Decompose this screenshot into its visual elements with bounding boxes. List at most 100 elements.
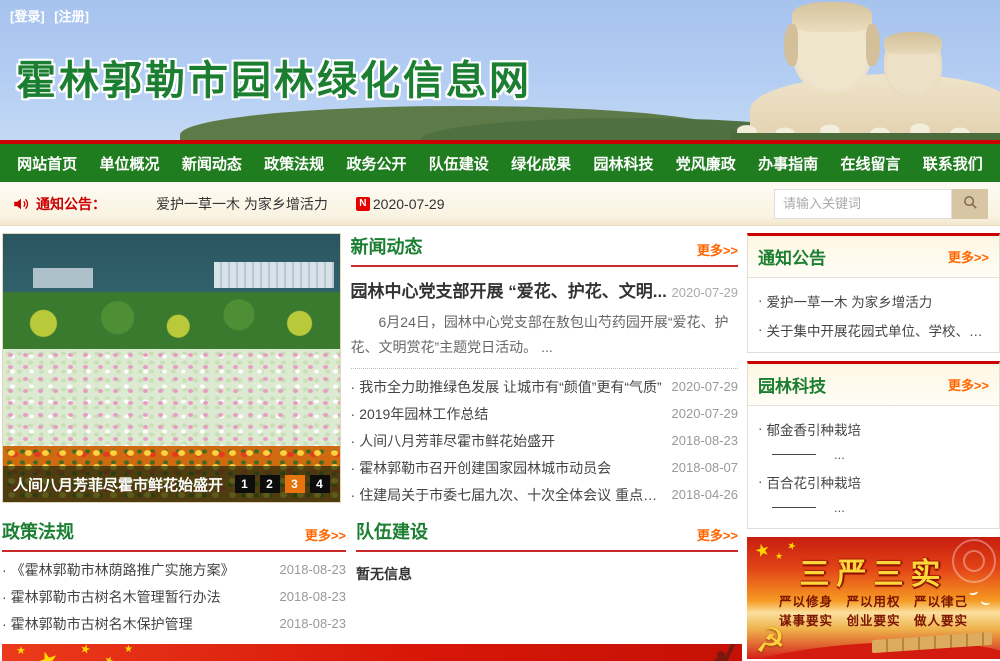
featured-news-summary: 6月24日，园林中心党支部在敖包山芍药园开展“爱花、护花、文明赏花”主题党日活动… <box>351 310 738 360</box>
policy-link[interactable]: 霍林郭勒市古树名木管理暂行办法 <box>11 587 272 607</box>
bullet: · <box>351 460 356 476</box>
nav-item-greening[interactable]: 绿化成果 <box>511 153 571 174</box>
tech-box: 园林科技 更多>> · 郁金香引种栽培 ... · <box>747 361 1000 529</box>
team-more-link[interactable]: 更多>> <box>697 525 738 544</box>
main-nav: 网站首页 单位概况 新闻动态 政策法规 政务公开 队伍建设 绿化成果 园林科技 … <box>0 140 1000 182</box>
policy-link[interactable]: 《霍林郭勒市林荫路推广实施方案》 <box>11 560 272 580</box>
bullet: · <box>758 421 763 436</box>
news-link[interactable]: 我市全力助推绿色发展 让城市有“颜值”更有“气质” <box>359 377 663 397</box>
notice-ticker-link[interactable]: 爱护一草一木 为家乡增活力 <box>156 194 328 214</box>
speaker-icon <box>12 195 30 213</box>
nav-item-team[interactable]: 队伍建设 <box>429 153 489 174</box>
news-list-item: · 我市全力助推绿色发展 让城市有“颜值”更有“气质” 2020-07-29 <box>351 373 738 400</box>
bullet: · <box>351 406 356 422</box>
notice-link[interactable]: 爱护一草一木 为家乡增活力 <box>767 291 933 311</box>
nav-item-party[interactable]: 党风廉政 <box>676 153 736 174</box>
news-link[interactable]: 霍林郭勒市召开创建国家园林城市动员会 <box>359 458 663 478</box>
policy-list: · 《霍林郭勒市林荫路推广实施方案》 2018-08-23 · 霍林郭勒市古树名… <box>2 552 346 637</box>
news-list-item: · 霍林郭勒市召开创建国家园林城市动员会 2018-08-07 <box>351 454 738 481</box>
news-date: 2020-07-29 <box>672 379 739 394</box>
register-link[interactable]: [注册] <box>54 9 89 24</box>
login-link[interactable]: [登录] <box>10 9 45 24</box>
tech-link[interactable]: 郁金香引种栽培 <box>767 419 862 439</box>
main-content: 人间八月芳菲尽霍市鲜花始盛开 1 2 3 4 新闻动态 更多>> <box>0 226 1000 661</box>
tech-item: · 郁金香引种栽培 ... <box>758 414 989 465</box>
pager-button-3[interactable]: 3 <box>285 475 305 493</box>
notice-date: 2020-07-29 <box>373 196 445 212</box>
search-button[interactable] <box>952 189 988 219</box>
search-icon <box>962 194 979 214</box>
three-stricts-banner[interactable]: ★ ★ ★ 三严三实 严以修身 严以用权 严以律己 谋事要实 创业要实 做人要实… <box>747 537 1000 659</box>
slogan-title: 三严三实 <box>747 549 1000 593</box>
policy-list-item: · 《霍林郭勒市林荫路推广实施方案》 2018-08-23 <box>2 556 346 583</box>
star-icon: ★ <box>102 653 116 661</box>
notice-link[interactable]: 关于集中开展花园式单位、学校、工厂... <box>767 320 990 340</box>
tech-item: · 百合花引种栽培 ... <box>758 467 989 518</box>
statue-head-small <box>884 32 942 98</box>
notice-label: 通知公告： <box>36 194 106 214</box>
notice-box-more-link[interactable]: 更多>> <box>948 247 989 266</box>
star-icon: ★ <box>32 644 64 661</box>
bullet: · <box>758 293 763 308</box>
tech-box-title: 园林科技 <box>758 372 826 397</box>
nav-item-guide[interactable]: 办事指南 <box>758 153 818 174</box>
news-date: 2018-04-26 <box>672 487 739 502</box>
ellipsis-text: ... <box>834 447 845 462</box>
policy-more-link[interactable]: 更多>> <box>305 525 346 544</box>
genghis-khan-statues-graphic <box>730 0 1000 140</box>
ellipsis-text: ... <box>834 500 845 515</box>
search-input[interactable] <box>774 189 952 219</box>
pager-button-2[interactable]: 2 <box>260 475 280 493</box>
featured-news: 园林中心党支部开展 “爱花、护花、文明... 2020-07-29 6月24日，… <box>351 267 738 369</box>
star-icon: ★ <box>124 644 133 655</box>
news-date: 2020-07-29 <box>672 406 739 421</box>
news-date: 2018-08-23 <box>672 433 739 448</box>
tech-link[interactable]: 百合花引种栽培 <box>767 472 862 492</box>
tech-box-more-link[interactable]: 更多>> <box>948 375 989 394</box>
news-link[interactable]: 2019年园林工作总结 <box>359 404 663 424</box>
photo-carousel[interactable]: 人间八月芳菲尽霍市鲜花始盛开 1 2 3 4 <box>2 233 341 503</box>
pager-button-4[interactable]: 4 <box>310 475 330 493</box>
news-section: 新闻动态 更多>> 园林中心党支部开展 “爱花、护花、文明... 2020-07… <box>351 233 742 508</box>
notice-box: 通知公告 更多>> · 爱护一草一木 为家乡增活力 · 关于集中开展花园式单位、… <box>747 233 1000 353</box>
policy-date: 2018-08-23 <box>280 589 347 604</box>
bullet: · <box>351 487 356 503</box>
nav-item-contact[interactable]: 联系我们 <box>923 153 983 174</box>
news-link[interactable]: 住建局关于市委七届九次、十次全体会议 重点工作任... <box>359 485 663 505</box>
bullet: · <box>351 433 356 449</box>
star-icon: ★ <box>16 644 26 657</box>
propaganda-banner[interactable]: ★ ★ ★ ★ ★ <box>2 644 742 661</box>
bullet: · <box>758 474 763 489</box>
carousel-pager: 1 2 3 4 <box>230 475 330 493</box>
news-date: 2018-08-07 <box>672 460 739 475</box>
featured-news-title[interactable]: 园林中心党支部开展 “爱花、护花、文明... <box>351 277 666 302</box>
notice-item: · 爱护一草一木 为家乡增活力 <box>758 286 989 315</box>
nav-item-about[interactable]: 单位概况 <box>99 153 159 174</box>
news-more-link[interactable]: 更多>> <box>697 240 738 259</box>
slogan-line-1: 严以修身 严以用权 严以律己 <box>747 593 1000 612</box>
nav-item-tech[interactable]: 园林科技 <box>593 153 653 174</box>
news-list: · 我市全力助推绿色发展 让城市有“颜值”更有“气质” 2020-07-29 ·… <box>351 369 738 508</box>
divider-line <box>772 507 816 508</box>
policy-date: 2018-08-23 <box>280 616 347 631</box>
nav-item-home[interactable]: 网站首页 <box>17 153 77 174</box>
team-empty-text: 暂无信息 <box>356 552 738 596</box>
pager-button-1[interactable]: 1 <box>235 475 255 493</box>
policy-link[interactable]: 霍林郭勒市古树名木保护管理 <box>11 614 272 634</box>
policy-date: 2018-08-23 <box>280 562 347 577</box>
party-emblem-icon: ☭ <box>755 621 785 659</box>
policy-list-item: · 霍林郭勒市古树名木保护管理 2018-08-23 <box>2 610 346 637</box>
bullet: · <box>2 589 7 605</box>
news-link[interactable]: 人间八月芳菲尽霍市鲜花始盛开 <box>359 431 663 451</box>
nav-item-gov-affairs[interactable]: 政务公开 <box>346 153 406 174</box>
bullet: · <box>758 322 763 337</box>
nav-item-news[interactable]: 新闻动态 <box>182 153 242 174</box>
nav-item-policy[interactable]: 政策法规 <box>264 153 324 174</box>
nav-item-message[interactable]: 在线留言 <box>840 153 900 174</box>
statue-head-large <box>792 2 872 94</box>
carousel-caption[interactable]: 人间八月芳菲尽霍市鲜花始盛开 <box>13 474 230 495</box>
bullet: · <box>2 616 7 632</box>
policy-list-item: · 霍林郭勒市古树名木管理暂行办法 2018-08-23 <box>2 583 346 610</box>
news-list-item: · 住建局关于市委七届九次、十次全体会议 重点工作任... 2018-04-26 <box>351 481 738 508</box>
news-list-item: · 2019年园林工作总结 2020-07-29 <box>351 400 738 427</box>
